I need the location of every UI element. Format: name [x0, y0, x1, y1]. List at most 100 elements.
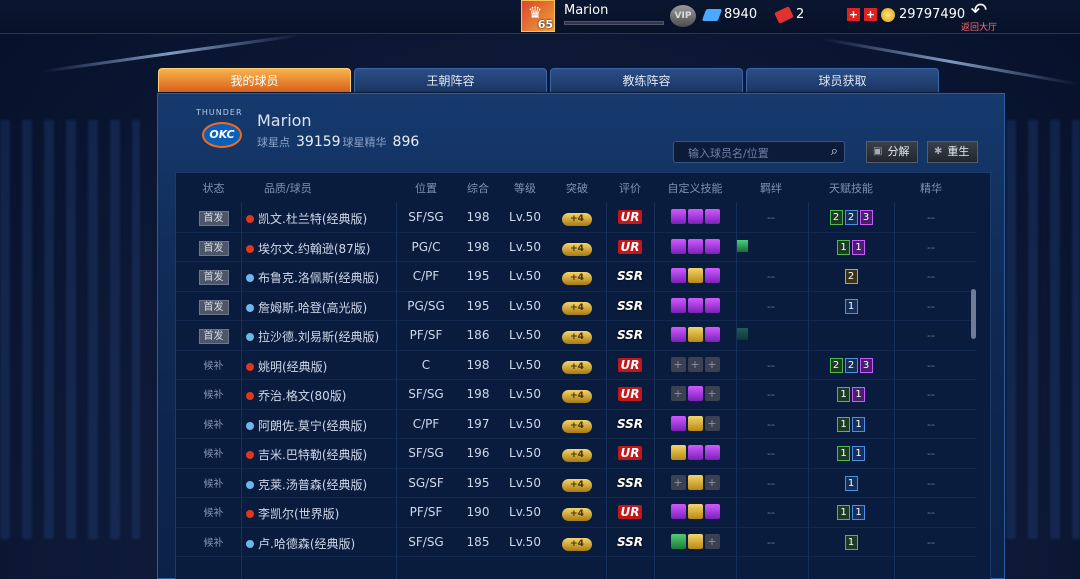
skill-icon[interactable] [670, 268, 686, 283]
skill-icon[interactable] [687, 504, 703, 519]
player-name-text[interactable]: 布鲁克.洛佩斯(经典版) [258, 271, 379, 285]
search-input[interactable] [674, 143, 844, 164]
table-row[interactable]: 候补 吉米.巴特勒(经典版) SF/SG 196 Lv.50 +4 UR -- 1 1 -- [176, 439, 976, 469]
talent-level-badge[interactable]: 1 [837, 416, 850, 432]
vip-badge[interactable]: VIP [670, 5, 696, 27]
skill-icon[interactable] [670, 415, 686, 431]
table-row[interactable]: 候补 卢.哈德森(经典版) SF/SG 185 Lv.50 +4 SSR + -- 1 -- [176, 528, 976, 557]
empty-skill-slot-icon[interactable]: + [687, 356, 703, 372]
talent-level-badge[interactable]: 3 [859, 210, 873, 225]
player-name-text[interactable]: 吉米.巴特勒(经典版) [258, 448, 367, 462]
skill-icon[interactable] [704, 504, 720, 519]
rebirth-button[interactable]: ✱ 重生 [927, 141, 979, 163]
skill-icon[interactable] [670, 445, 686, 460]
talent-level-badge[interactable]: 2 [829, 357, 843, 373]
bond-icon[interactable] [736, 328, 748, 340]
player-name-text[interactable]: 乔治.格文(80版) [258, 389, 346, 403]
tab-dynasty-lineup[interactable]: 王朝阵容 [354, 68, 547, 92]
table-row[interactable]: 候补 阿朗佐.莫宁(经典版) C/PF 197 Lv.50 +4 SSR + -- 1 1 -- [176, 410, 976, 439]
player-name-text[interactable]: 凯文.杜兰特(经典版) [258, 212, 367, 226]
player-name-text[interactable]: 姚明(经典版) [258, 360, 327, 374]
player-name-text[interactable]: 克莱.汤普森(经典版) [258, 478, 367, 492]
skill-icon[interactable] [687, 268, 703, 283]
skill-icon[interactable] [687, 297, 703, 313]
overall-cell: 196 [466, 446, 490, 460]
table-row[interactable]: 首发 拉沙德.刘易斯(经典版) PF/SF 186 Lv.50 +4 SSR -- [176, 321, 976, 351]
player-name-text[interactable]: 卢.哈德森(经典版) [258, 537, 355, 551]
skill-icon[interactable] [704, 209, 720, 224]
bond-icon[interactable] [736, 239, 748, 252]
empty-skill-slot-icon[interactable]: + [670, 386, 686, 401]
talent-level-badge[interactable]: 1 [844, 475, 858, 491]
decompose-button[interactable]: ▣ 分解 [866, 141, 919, 163]
player-avatar[interactable]: ♛ 65 [521, 0, 555, 32]
player-name-text[interactable]: 拉沙德.刘易斯(经典版) [258, 330, 379, 344]
talent-level-badge[interactable]: 1 [837, 446, 850, 461]
skill-icon[interactable] [687, 238, 703, 254]
talent-level-badge[interactable]: 1 [852, 239, 865, 255]
tab-my-players[interactable]: 我的球员 [158, 68, 351, 92]
talent-level-badge[interactable]: 1 [852, 505, 865, 520]
skill-icon[interactable] [670, 209, 686, 224]
talent-level-badge[interactable]: 1 [852, 446, 865, 461]
table-row[interactable]: 首发 詹姆斯.哈登(高光版) PG/SG 195 Lv.50 +4 SSR -- 1 -- [176, 292, 976, 321]
empty-skill-slot-icon[interactable]: + [704, 415, 720, 431]
skill-icon[interactable] [687, 209, 703, 224]
skill-icon[interactable] [687, 415, 703, 431]
talent-level-badge[interactable]: 1 [844, 298, 858, 314]
scrollbar-thumb[interactable] [971, 289, 976, 339]
player-name-text[interactable]: 李凯尔(世界版) [258, 507, 339, 521]
talent-level-badge[interactable]: 3 [859, 357, 873, 373]
talent-level-badge[interactable]: 1 [844, 534, 858, 550]
table-row[interactable]: 首发 凯文.杜兰特(经典版) SF/SG 198 Lv.50 +4 UR -- 2 2 3 -- [176, 203, 976, 233]
add-icon[interactable]: + [847, 8, 860, 21]
skill-icon[interactable] [704, 238, 720, 254]
player-name-text[interactable]: 埃尔文.约翰逊(87版) [258, 242, 370, 256]
table-row[interactable]: 首发 布鲁克.洛佩斯(经典版) C/PF 195 Lv.50 +4 SSR -- 2 -- [176, 262, 976, 292]
empty-skill-slot-icon[interactable]: + [704, 386, 720, 401]
talent-level-badge[interactable]: 1 [852, 416, 865, 432]
empty-skill-slot-icon[interactable]: + [704, 533, 720, 549]
table-row[interactable]: 首发 埃尔文.约翰逊(87版) PG/C 198 Lv.50 +4 UR 1 1 -- [176, 233, 976, 262]
talent-level-badge[interactable]: 1 [837, 505, 850, 520]
tab-coach-lineup[interactable]: 教练阵容 [550, 68, 743, 92]
table-row[interactable]: 候补 克莱.汤普森(经典版) SG/SF 195 Lv.50 +4 SSR + + -- 1 -- [176, 469, 976, 498]
diamond-counter[interactable]: 8940 [701, 7, 757, 22]
talent-level-badge[interactable]: 1 [852, 387, 865, 402]
ticket-counter[interactable]: 2 [774, 5, 804, 24]
talent-level-badge[interactable]: 1 [837, 387, 850, 402]
skill-icon[interactable] [670, 533, 686, 549]
tab-player-acquire[interactable]: 球员获取 [746, 68, 939, 92]
table-row[interactable]: 候补 姚明(经典版) C 198 Lv.50 +4 UR + + + -- 2 2 3 -- [176, 351, 976, 380]
skill-icon[interactable] [704, 297, 720, 313]
skill-icon[interactable] [687, 533, 703, 549]
skill-icon[interactable] [670, 504, 686, 519]
skill-icon[interactable] [670, 297, 686, 313]
search-icon[interactable]: ⌕ [831, 144, 838, 159]
talent-level-badge[interactable]: 1 [837, 239, 850, 255]
skill-icon[interactable] [704, 327, 720, 342]
skill-icon[interactable] [670, 238, 686, 254]
skill-icon[interactable] [704, 445, 720, 460]
table-row[interactable]: 候补 乔治.格文(80版) SF/SG 198 Lv.50 +4 UR + + -- 1 1 -- [176, 380, 976, 410]
table-row[interactable]: 候补 李凯尔(世界版) PF/SF 190 Lv.50 +4 UR -- 1 1 -- [176, 498, 976, 528]
player-name-text[interactable]: 阿朗佐.莫宁(经典版) [258, 419, 367, 433]
skill-icon[interactable] [687, 386, 703, 401]
empty-skill-slot-icon[interactable]: + [670, 474, 686, 490]
skill-icon[interactable] [704, 268, 720, 283]
skill-icon[interactable] [687, 327, 703, 342]
empty-skill-slot-icon[interactable]: + [704, 474, 720, 490]
back-to-lobby-button[interactable]: ↶ 返回大厅 [960, 0, 998, 34]
talent-level-badge[interactable]: 2 [829, 210, 843, 225]
skill-icon[interactable] [687, 474, 703, 490]
add-icon[interactable]: + [864, 8, 877, 21]
empty-skill-slot-icon[interactable]: + [670, 356, 686, 372]
player-name-text[interactable]: 詹姆斯.哈登(高光版) [258, 301, 367, 315]
coin-counter[interactable]: + + 29797490 [847, 7, 965, 22]
talent-level-badge[interactable]: 2 [844, 269, 858, 284]
talent-level-badge[interactable]: 2 [844, 357, 858, 373]
empty-skill-slot-icon[interactable]: + [704, 356, 720, 372]
talent-level-badge[interactable]: 2 [844, 210, 858, 225]
skill-icon[interactable] [670, 327, 686, 342]
skill-icon[interactable] [687, 445, 703, 460]
